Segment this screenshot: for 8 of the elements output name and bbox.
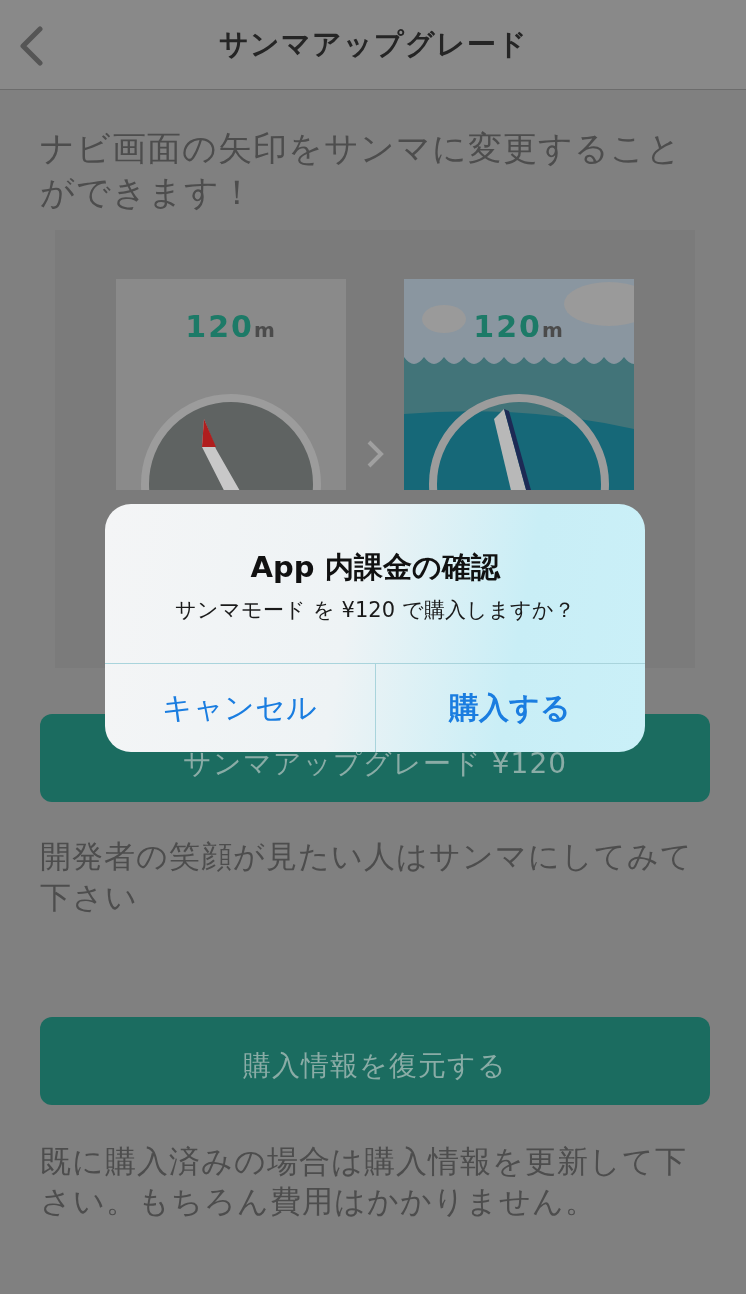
purchase-button[interactable]: 購入する [374,664,645,752]
distance-label: 120m [472,309,566,345]
restore-button[interactable]: 購入情報を復元する [40,1016,710,1105]
distance-label: 120m [184,309,278,345]
alert-title: App 内課金の確認 [249,549,502,586]
chevron-icon [366,439,384,470]
screen-title: サンマアップグレード [218,25,528,63]
alert-message: サンマモード を ¥120 で購入しますか？ [174,597,576,624]
